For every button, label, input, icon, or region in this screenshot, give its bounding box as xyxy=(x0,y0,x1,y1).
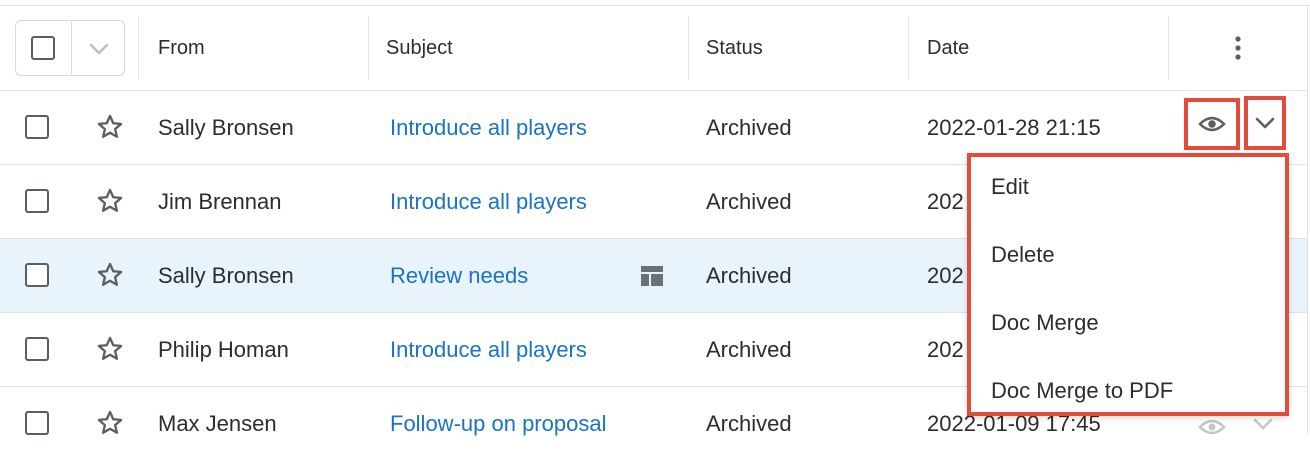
chevron-down-icon[interactable] xyxy=(1252,417,1274,431)
row-date: 202 xyxy=(927,188,964,214)
column-header-from[interactable]: From xyxy=(158,6,205,90)
record-layout-icon[interactable] xyxy=(640,264,664,288)
menu-item-doc-merge[interactable]: Doc Merge xyxy=(991,303,1099,343)
eye-icon xyxy=(1198,116,1226,132)
star-outline-icon[interactable] xyxy=(96,409,124,437)
menu-item-edit[interactable]: Edit xyxy=(991,167,1029,207)
row-from: Sally Bronsen xyxy=(158,262,294,288)
row-from: Jim Brennan xyxy=(158,188,282,214)
kebab-menu-icon[interactable] xyxy=(1228,34,1248,64)
row-checkbox[interactable] xyxy=(25,189,49,213)
row-status: Archived xyxy=(706,188,792,214)
row-subject-link[interactable]: Introduce all players xyxy=(390,91,587,164)
table-right-border xyxy=(1307,5,1308,434)
preview-button[interactable] xyxy=(1184,98,1240,150)
row-actions-menu: Edit Delete Doc Merge Doc Merge to PDF xyxy=(967,153,1289,416)
star-outline-icon[interactable] xyxy=(96,261,124,289)
star-outline-icon[interactable] xyxy=(96,187,124,215)
row-subject-link[interactable]: Introduce all players xyxy=(390,165,587,238)
row-status: Archived xyxy=(706,262,792,288)
column-divider xyxy=(688,16,689,80)
row-actions-dropdown-button[interactable] xyxy=(1244,96,1286,150)
column-divider xyxy=(1168,16,1169,80)
star-outline-icon[interactable] xyxy=(96,113,124,141)
row-checkbox[interactable] xyxy=(25,115,49,139)
column-divider xyxy=(908,16,909,80)
row-status: Archived xyxy=(706,114,792,140)
column-header-subject[interactable]: Subject xyxy=(386,6,453,90)
star-outline-icon[interactable] xyxy=(96,335,124,363)
row-from: Philip Homan xyxy=(158,336,289,362)
row-subject-link[interactable]: Introduce all players xyxy=(390,313,587,386)
chevron-down-icon xyxy=(1255,117,1275,129)
column-header-date[interactable]: Date xyxy=(927,6,969,90)
list-header-row: From Subject Status Date xyxy=(0,6,1307,91)
eye-icon[interactable] xyxy=(1198,417,1226,437)
select-all-checkbox[interactable] xyxy=(31,36,55,60)
row-subject-link[interactable]: Review needs xyxy=(390,239,528,312)
menu-item-delete[interactable]: Delete xyxy=(991,235,1055,275)
menu-item-doc-merge-pdf[interactable]: Doc Merge to PDF xyxy=(991,371,1173,411)
row-subject-link[interactable]: Follow-up on proposal xyxy=(390,387,606,460)
row-from: Sally Bronsen xyxy=(158,114,294,140)
chevron-down-icon[interactable] xyxy=(88,42,110,56)
row-checkbox[interactable] xyxy=(25,263,49,287)
column-header-status[interactable]: Status xyxy=(706,6,763,90)
row-checkbox[interactable] xyxy=(25,411,49,435)
row-date: 202 xyxy=(927,262,964,288)
row-checkbox[interactable] xyxy=(25,337,49,361)
row-status: Archived xyxy=(706,410,792,436)
row-from: Max Jensen xyxy=(158,410,277,436)
column-divider xyxy=(138,16,139,80)
row-status: Archived xyxy=(706,336,792,362)
row-date: 202 xyxy=(927,336,964,362)
select-all-separator xyxy=(71,21,72,75)
column-divider xyxy=(368,16,369,80)
